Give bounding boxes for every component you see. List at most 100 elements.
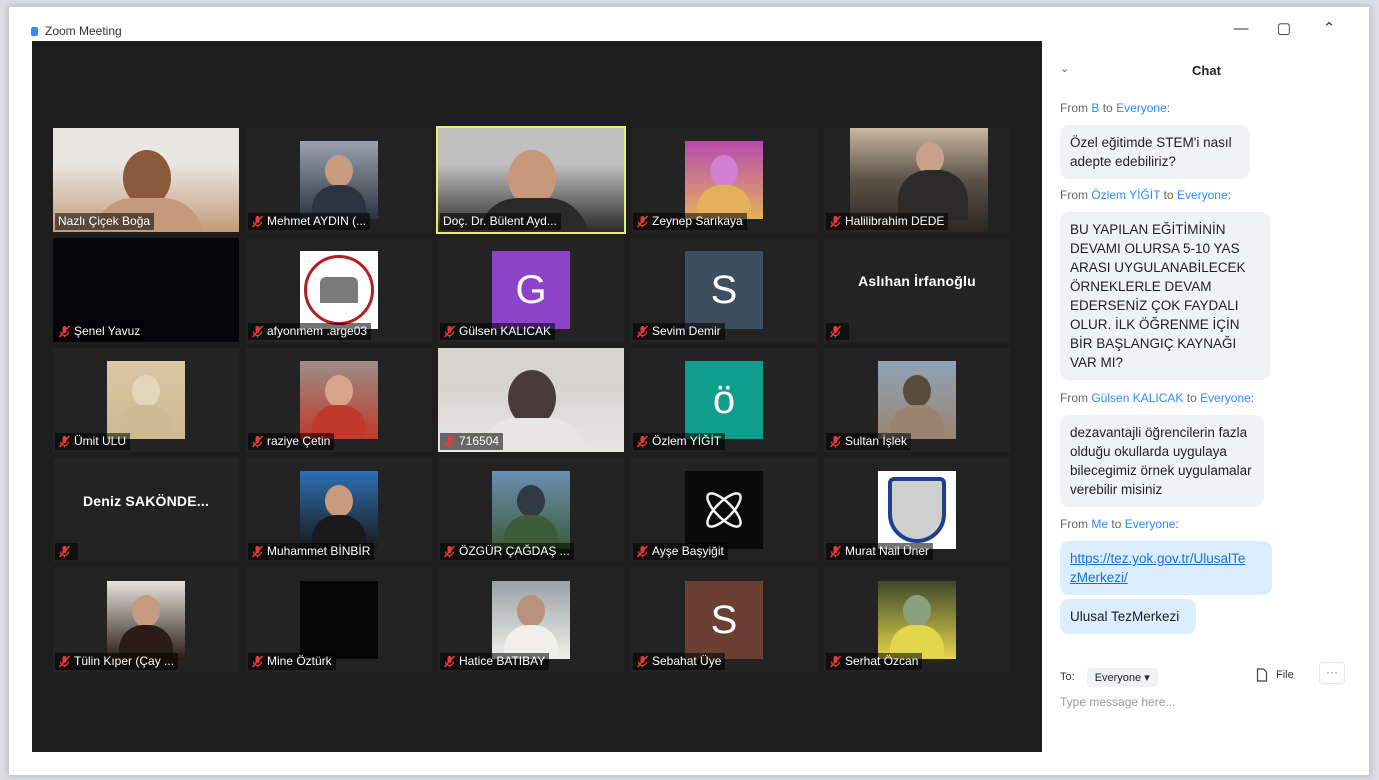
atom-icon	[685, 471, 763, 549]
minimize-button[interactable]: —	[1226, 17, 1256, 39]
participant-label: Hatice BATIBAY	[440, 653, 550, 670]
recipient-name: Everyone	[1200, 391, 1251, 405]
participant-photo	[300, 141, 378, 219]
participant-tile[interactable]: afyonmem .arge03	[246, 238, 432, 342]
participant-label: Halilibrahim DEDE	[826, 213, 949, 230]
participant-tile[interactable]: S Sebahat Üye	[631, 568, 817, 672]
participant-tile[interactable]: Ayşe Başyiğit	[631, 458, 817, 562]
chat-message-link: https://tez.yok.gov.tr/UlusalTe zMerkezi…	[1060, 541, 1272, 595]
participant-tile[interactable]: Şenel Yavuz	[53, 238, 239, 342]
participant-tile[interactable]: Sultan İşlek	[824, 348, 1010, 452]
mic-muted-icon	[251, 435, 264, 448]
sender-name: Gülsen KALICAK	[1091, 391, 1184, 405]
message-header: From Gülsen KALICAK to Everyone:	[1060, 391, 1255, 405]
participant-name: Murat Nail Üner	[845, 544, 930, 558]
participant-label: Özlem YİĞİT	[633, 433, 726, 450]
participant-name: 716504	[459, 434, 500, 448]
participant-tile[interactable]: Tülin Kıper (Çay ...	[53, 568, 239, 672]
participant-label: Murat Nail Üner	[826, 543, 934, 560]
participant-name: afyonmem .arge03	[267, 324, 368, 338]
chat-title: Chat	[1192, 63, 1221, 78]
file-icon	[1256, 668, 1268, 682]
mic-muted-icon	[443, 545, 456, 558]
mic-muted-icon	[251, 545, 264, 558]
mic-muted-icon	[251, 215, 264, 228]
mic-muted-icon	[636, 655, 649, 668]
file-button[interactable]: File	[1256, 668, 1294, 682]
recipient-name: Everyone	[1124, 517, 1176, 531]
message-input[interactable]	[1060, 691, 1350, 713]
institution-logo	[300, 251, 378, 329]
mic-muted-icon	[636, 215, 649, 228]
participant-tile[interactable]: ÖZGÜR ÇAĞDAŞ ...	[438, 458, 624, 562]
participant-tile[interactable]: Deniz SAKÖNDE...	[53, 458, 239, 562]
participant-tile[interactable]: Ümit ULU	[53, 348, 239, 452]
participant-tile[interactable]: Hatice BATIBAY	[438, 568, 624, 672]
participant-label: 716504	[440, 433, 504, 450]
mic-muted-icon	[829, 545, 842, 558]
participant-name: ÖZGÜR ÇAĞDAŞ ...	[459, 544, 570, 558]
window-title: Zoom Meeting	[45, 24, 122, 38]
participant-tile[interactable]: Nazlı Çiçek Boğa	[53, 128, 239, 232]
participant-tile[interactable]: G Gülsen KALICAK	[438, 238, 624, 342]
participant-tile[interactable]: Mine Öztürk	[246, 568, 432, 672]
participant-label: Sultan İşlek	[826, 433, 912, 450]
participant-photo	[878, 581, 956, 659]
link-line-1[interactable]: https://tez.yok.gov.tr/UlusalTe	[1070, 551, 1245, 566]
participant-label	[826, 323, 849, 340]
participant-label: Mine Öztürk	[248, 653, 336, 670]
participant-name-display: Aslıhan İrfanoğlu	[858, 273, 976, 289]
participant-tile[interactable]: Zeynep Sarıkaya	[631, 128, 817, 232]
participant-name: raziye Çetin	[267, 434, 331, 448]
participant-label: afyonmem .arge03	[248, 323, 372, 340]
participant-label: Ayşe Başyiğit	[633, 543, 728, 560]
recipient-name: Everyone	[1176, 188, 1228, 202]
participant-tile[interactable]: 716504	[438, 348, 624, 452]
participant-label: Serhat Özcan	[826, 653, 923, 670]
participant-tile[interactable]: Murat Nail Üner	[824, 458, 1010, 562]
chat-message: BU YAPILAN EĞİTİMİNİN DEVAMI OLURSA 5-10…	[1060, 212, 1270, 380]
participant-name: Tülin Kıper (Çay ...	[74, 654, 175, 668]
mic-muted-icon	[636, 545, 649, 558]
participant-tile[interactable]: Muhammet BİNBİR	[246, 458, 432, 562]
zoom-app-icon	[31, 27, 38, 36]
participant-tile[interactable]: Halilibrahim DEDE	[824, 128, 1010, 232]
participant-tile[interactable]: Serhat Özcan	[824, 568, 1010, 672]
participant-label: Sebahat Üye	[633, 653, 726, 670]
participant-tile[interactable]: S Sevim Demir	[631, 238, 817, 342]
mic-muted-icon	[829, 215, 842, 228]
participant-tile[interactable]: raziye Çetin	[246, 348, 432, 452]
participant-photo	[300, 471, 378, 549]
participant-label: Sevim Demir	[633, 323, 725, 340]
participant-tile[interactable]: ö Özlem YİĞİT	[631, 348, 817, 452]
title-bar: Zoom Meeting — ▢ ⌃	[9, 7, 1369, 41]
message-header: From B to Everyone:	[1060, 101, 1171, 115]
message-header: From Özlem YİĞİT to Everyone:	[1060, 188, 1231, 202]
mic-muted-icon	[58, 655, 71, 668]
chat-message: dezavantajli öğrencilerin fazla olduğu o…	[1060, 415, 1264, 507]
avatar: ö	[685, 361, 763, 439]
mic-muted-icon	[829, 435, 842, 448]
collapse-window-button[interactable]: ⌃	[1314, 17, 1344, 39]
participant-tile[interactable]: Aslıhan İrfanoğlu	[824, 238, 1010, 342]
participant-name: Doç. Dr. Bülent Ayd...	[443, 214, 557, 228]
participant-photo	[300, 361, 378, 439]
participant-label: Nazlı Çiçek Boğa	[55, 213, 155, 230]
sender-name: Özlem YİĞİT	[1091, 188, 1161, 202]
participant-photo	[300, 581, 378, 659]
participant-label: Tülin Kıper (Çay ...	[55, 653, 179, 670]
zoom-window: Zoom Meeting — ▢ ⌃ Nazlı Çiçek Boğa Mehme…	[8, 6, 1370, 776]
maximize-button[interactable]: ▢	[1269, 17, 1299, 39]
participant-photo	[107, 361, 185, 439]
link-line-2[interactable]: zMerkezi/	[1070, 570, 1128, 585]
more-options-button[interactable]: ···	[1319, 662, 1345, 684]
recipient-select[interactable]: Everyone ▾	[1086, 667, 1158, 687]
avatar: S	[685, 251, 763, 329]
participant-tile[interactable]: Doç. Dr. Bülent Ayd...	[436, 126, 626, 234]
chat-message: Özel eğitimde STEM'i nasıl adepte edebil…	[1060, 125, 1250, 179]
participant-label: Gülsen KALICAK	[440, 323, 556, 340]
participant-tile[interactable]: Mehmet AYDIN (...	[246, 128, 432, 232]
participant-name: Özlem YİĞİT	[652, 434, 722, 448]
participant-name: Şenel Yavuz	[74, 324, 141, 338]
participant-name: Halilibrahim DEDE	[845, 214, 945, 228]
